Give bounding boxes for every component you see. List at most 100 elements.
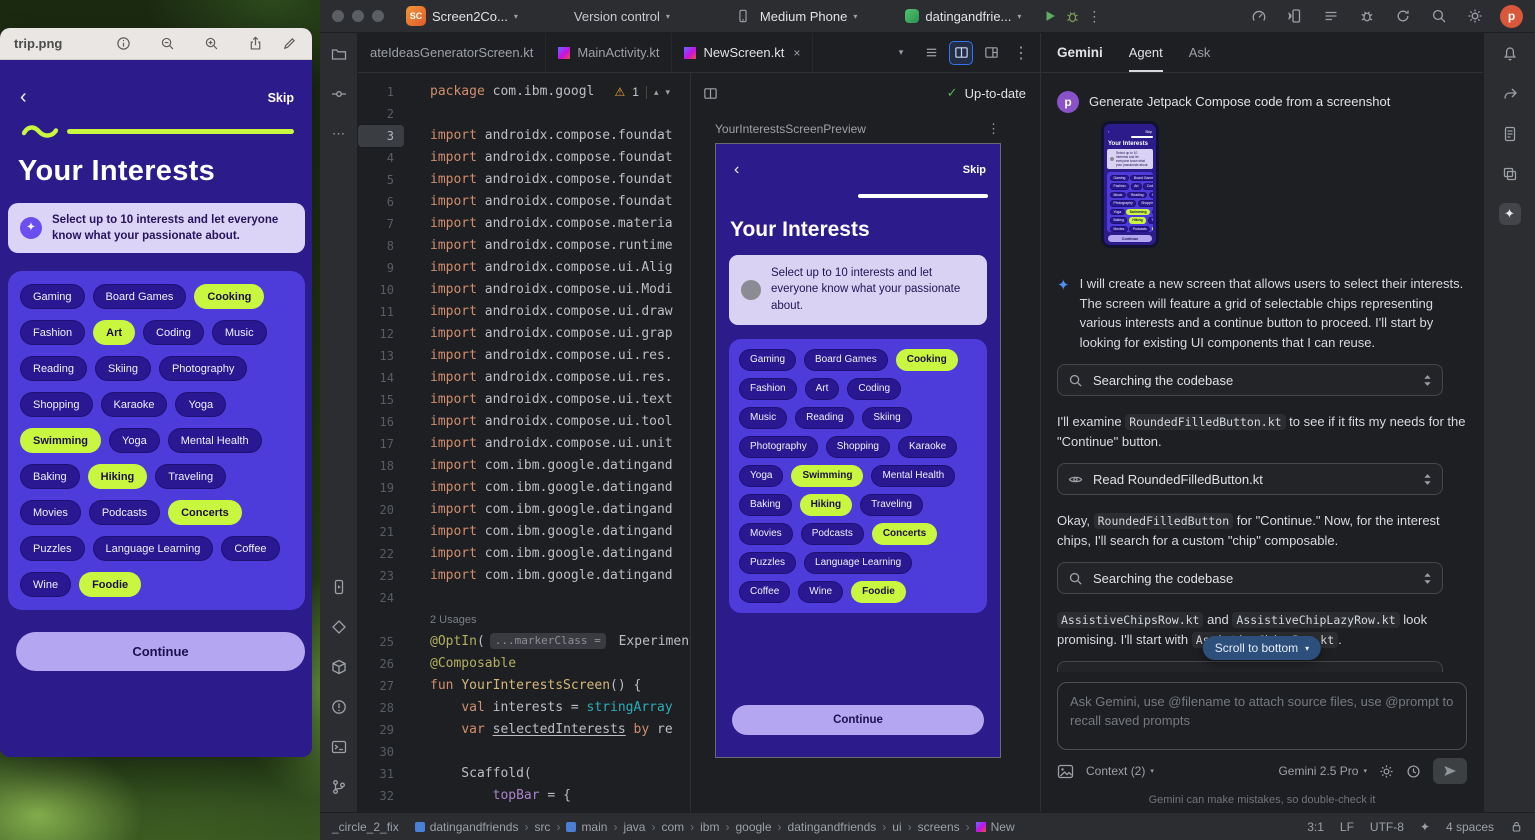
interest-chip[interactable]: Fashion: [739, 378, 797, 400]
interest-chip[interactable]: Reading: [795, 407, 854, 429]
code-line[interactable]: 18import com.ibm.google.datingand: [358, 455, 690, 477]
tool-card[interactable]: Read AssistiveChipsRow.kt: [1057, 661, 1443, 672]
next-problem-icon[interactable]: ▾: [665, 87, 670, 98]
gemini-input[interactable]: Ask Gemini, use @filename to attach sour…: [1057, 682, 1467, 750]
interest-chip[interactable]: Traveling: [860, 494, 923, 516]
gemini-conversation[interactable]: pGenerate Jetpack Compose code from a sc…: [1041, 73, 1483, 672]
code-view-icon[interactable]: [920, 42, 942, 64]
code-line[interactable]: 12import androidx.compose.ui.grap: [358, 323, 690, 345]
maximize-window-button[interactable]: [372, 10, 384, 22]
interest-chip[interactable]: Foodie: [851, 581, 906, 603]
tab-agent[interactable]: Agent: [1129, 33, 1163, 72]
running-devices-icon[interactable]: [328, 576, 350, 598]
project-tool-icon[interactable]: [328, 43, 350, 65]
indent-setting[interactable]: 4 spaces: [1446, 820, 1494, 834]
code-line[interactable]: 30: [358, 741, 690, 763]
code-line[interactable]: 17import androidx.compose.ui.unit: [358, 433, 690, 455]
history-icon[interactable]: [1406, 764, 1421, 779]
project-selector[interactable]: SC Screen2Co... ▾: [406, 6, 518, 26]
lock-icon[interactable]: [1510, 820, 1523, 833]
more-tools-icon[interactable]: ⋯: [328, 123, 350, 145]
code-line[interactable]: 15import androidx.compose.ui.text: [358, 389, 690, 411]
search-icon[interactable]: [1428, 5, 1450, 27]
screenshot-thumbnail[interactable]: ‹SkipYour InterestsSelect up to 10 inter…: [1101, 121, 1159, 248]
editor-tab[interactable]: MainActivity.kt: [546, 33, 672, 72]
code-line[interactable]: 13import androidx.compose.ui.res.: [358, 345, 690, 367]
interest-chip[interactable]: Coffee: [739, 581, 790, 603]
interest-chip[interactable]: Language Learning: [804, 552, 912, 574]
status-left-label[interactable]: _circle_2_fix: [332, 820, 399, 834]
code-line[interactable]: 29 var selectedInterests by re: [358, 719, 690, 741]
close-window-button[interactable]: [332, 10, 344, 22]
resource-manager-icon[interactable]: [1499, 163, 1521, 185]
code-line[interactable]: 32 topBar = {: [358, 785, 690, 807]
code-line[interactable]: 28 val interests = stringArray: [358, 697, 690, 719]
file-encoding[interactable]: UTF-8: [1370, 820, 1404, 834]
breadcrumb-item[interactable]: src: [534, 820, 550, 834]
code-line[interactable]: 23import com.ibm.google.datingand: [358, 565, 690, 587]
usages-hint[interactable]: 2 Usages: [430, 609, 476, 631]
code-line[interactable]: 2 Usages: [358, 609, 690, 631]
breadcrumb-item[interactable]: com: [661, 820, 684, 834]
editor-tab[interactable]: ateIdeasGeneratorScreen.kt: [358, 33, 546, 72]
logcat-icon[interactable]: [1320, 5, 1342, 27]
breadcrumb-item[interactable]: java: [623, 820, 645, 834]
zoom-out-icon[interactable]: [158, 35, 176, 53]
code-line[interactable]: 7import androidx.compose.materia: [358, 213, 690, 235]
interest-chip[interactable]: Shopping: [826, 436, 890, 458]
back-icon[interactable]: ‹: [734, 161, 739, 179]
profiler-icon[interactable]: [1248, 5, 1270, 27]
breadcrumb-item[interactable]: ui: [892, 820, 901, 834]
code-line[interactable]: 31 Scaffold(: [358, 763, 690, 785]
code-editor[interactable]: 1package com.ibm.googl23import androidx.…: [358, 73, 690, 812]
code-line[interactable]: 19import com.ibm.google.datingand: [358, 477, 690, 499]
breadcrumb-item[interactable]: datingandfriends: [788, 820, 877, 834]
commit-tool-icon[interactable]: [328, 83, 350, 105]
edit-icon[interactable]: [280, 35, 298, 53]
breadcrumb-item[interactable]: main: [566, 820, 607, 834]
code-line[interactable]: 14import androidx.compose.ui.res.: [358, 367, 690, 389]
gemini-tool-icon[interactable]: ✦: [1499, 203, 1521, 225]
code-line[interactable]: 25@OptIn(...markerClass = Experiment: [358, 631, 690, 653]
tab-ask[interactable]: Ask: [1189, 33, 1211, 72]
device-selector[interactable]: Medium Phone ▾: [732, 5, 857, 27]
code-line[interactable]: 20import com.ibm.google.datingand: [358, 499, 690, 521]
terminal-tool-icon[interactable]: [328, 736, 350, 758]
interest-chip[interactable]: Wine: [798, 581, 843, 603]
inspections-widget[interactable]: ⚠ 1 ▴ ▾: [608, 83, 676, 101]
interest-chip[interactable]: Karaoke: [898, 436, 957, 458]
device-file-explorer-icon[interactable]: [1499, 123, 1521, 145]
gemini-settings-icon[interactable]: [1379, 764, 1394, 779]
version-control-tool-icon[interactable]: [328, 776, 350, 798]
continue-button[interactable]: Continue: [732, 705, 984, 735]
build-tool-icon[interactable]: [328, 656, 350, 678]
send-button[interactable]: [1433, 758, 1467, 784]
interest-chip[interactable]: Swimming: [791, 465, 863, 487]
interest-chip[interactable]: Movies: [739, 523, 793, 545]
split-window-icon[interactable]: [699, 82, 721, 104]
code-line[interactable]: 27fun YourInterestsScreen() {: [358, 675, 690, 697]
interest-chip[interactable]: Board Games: [804, 349, 888, 371]
interest-chip[interactable]: Baking: [739, 494, 792, 516]
interest-chip[interactable]: Skiing: [862, 407, 911, 429]
breadcrumb-item[interactable]: google: [735, 820, 771, 834]
problems-tool-icon[interactable]: [328, 696, 350, 718]
interest-chip[interactable]: Podcasts: [801, 523, 864, 545]
code-line[interactable]: 24: [358, 587, 690, 609]
code-line[interactable]: 8import androidx.compose.runtime: [358, 235, 690, 257]
split-view-icon[interactable]: [950, 42, 972, 64]
vcs-widget[interactable]: Version control ▾: [574, 9, 670, 24]
interest-chip[interactable]: Concerts: [872, 523, 937, 545]
interest-chip[interactable]: Cooking: [896, 349, 958, 371]
info-icon[interactable]: [114, 35, 132, 53]
tab-list-chevron-icon[interactable]: ▾: [890, 42, 912, 64]
code-line[interactable]: 9import androidx.compose.ui.Alig: [358, 257, 690, 279]
code-line[interactable]: 26@Composable: [358, 653, 690, 675]
sync-project-icon[interactable]: [1392, 5, 1414, 27]
breadcrumb-item[interactable]: ibm: [700, 820, 719, 834]
minimize-window-button[interactable]: [352, 10, 364, 22]
interest-chip[interactable]: Hiking: [800, 494, 853, 516]
cursor-position[interactable]: 3:1: [1307, 820, 1324, 834]
code-line[interactable]: 22import com.ibm.google.datingand: [358, 543, 690, 565]
gemini-status-icon[interactable]: ✦: [1420, 820, 1430, 834]
